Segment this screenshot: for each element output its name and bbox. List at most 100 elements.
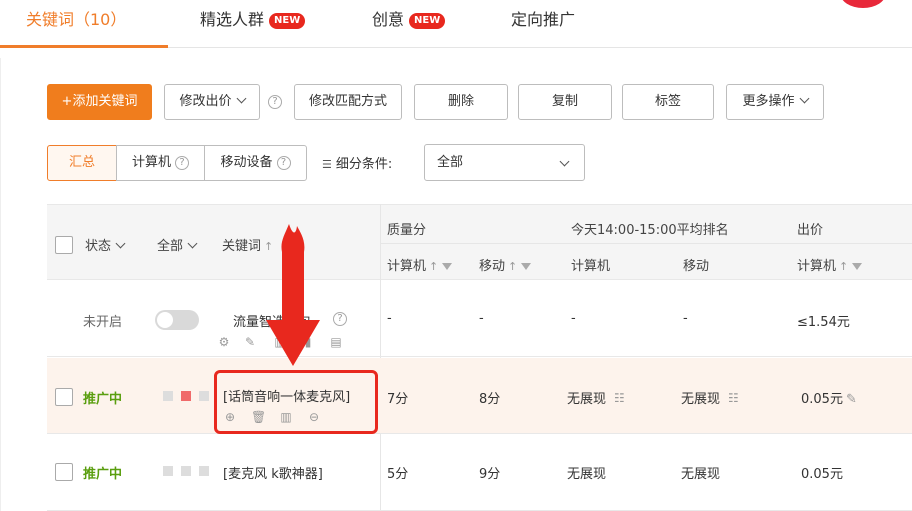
row-checkbox[interactable] xyxy=(55,388,73,406)
table-row: 推广中 [话筒音响一体麦克风] ⊕ 🗑 ▥ ⊖ 7分 8分 无展现 ☷ 无展现 ☷ … xyxy=(47,358,912,434)
help-icon[interactable]: ? xyxy=(268,95,282,109)
sort-icon: ↑ xyxy=(508,260,518,273)
status-square xyxy=(163,466,173,476)
modify-bid-label: 修改出价 xyxy=(179,94,232,109)
rank-mobile-value: 无展现 ☷ xyxy=(681,388,739,407)
tab-targeting-label: 定向推广 xyxy=(511,10,576,29)
tag-button[interactable]: 标签 xyxy=(622,84,714,120)
tab-creative-label: 创意 xyxy=(372,10,405,29)
clipboard-icon[interactable]: ▤ xyxy=(329,335,343,349)
quality-mobile-value: 8分 xyxy=(479,392,501,407)
row-status: 未开启 xyxy=(83,315,123,330)
status-square xyxy=(199,391,209,401)
modify-bid-dropdown[interactable]: 修改出价 xyxy=(164,84,260,120)
bid-value: ≤1.54元 xyxy=(797,315,850,330)
help-icon[interactable]: ? xyxy=(276,156,291,170)
sort-icon: ↑ xyxy=(839,260,849,273)
tab-targeting[interactable]: 定向推广 xyxy=(511,0,575,48)
tag-label: 标签 xyxy=(654,94,681,109)
rank-pc-text: 无展现 xyxy=(567,392,607,407)
modify-match-button[interactable]: 修改匹配方式 xyxy=(294,84,402,120)
quality-pc-label: 计算机 xyxy=(387,259,427,274)
help-icon[interactable]: ? xyxy=(175,156,189,170)
rank-list-icon[interactable]: ☷ xyxy=(728,391,739,405)
rank-mobile-label: 移动 xyxy=(683,259,710,274)
segment-mobile-label: 移动设备 xyxy=(220,155,273,170)
copy-button[interactable]: 复制 xyxy=(518,84,612,120)
modify-match-label: 修改匹配方式 xyxy=(308,94,387,109)
annotation-arrow-icon xyxy=(266,224,320,366)
more-actions-dropdown[interactable]: 更多操作 xyxy=(726,84,824,120)
bid-pc-label: 计算机 xyxy=(797,259,837,274)
filter-icon[interactable] xyxy=(521,263,532,270)
add-keyword-label: +添加关键词 xyxy=(61,94,138,109)
active-tab-indicator xyxy=(0,45,168,48)
tab-creative[interactable]: 创意 NEW xyxy=(372,0,446,48)
quality-header-label: 质量分 xyxy=(387,223,427,238)
all-filter[interactable]: 全部 xyxy=(157,235,198,254)
chevron-down-icon xyxy=(115,238,126,249)
settings-icon[interactable]: ⚙ xyxy=(217,335,231,349)
quality-header: 质量分 xyxy=(387,219,426,238)
delete-button[interactable]: 删除 xyxy=(414,84,508,120)
row-keyword[interactable]: [麦克风 k歌神器] xyxy=(223,463,323,482)
sort-icon: ↑ xyxy=(429,260,439,273)
edit-pencil-icon[interactable]: ✎ xyxy=(846,392,857,407)
segment-computer-label: 计算机 xyxy=(131,155,171,170)
segment-summary[interactable]: 汇总 xyxy=(47,145,117,181)
tab-keywords[interactable]: 关键词（10） xyxy=(26,0,126,48)
segment-computer[interactable]: 计算机? xyxy=(116,145,205,181)
status-square xyxy=(163,391,173,401)
quality-pc-header[interactable]: 计算机 ↑ xyxy=(387,255,453,274)
chevron-down-icon xyxy=(187,238,198,249)
more-actions-label: 更多操作 xyxy=(742,94,795,109)
help-icon[interactable]: ? xyxy=(333,312,347,326)
filter-select[interactable]: 全部 xyxy=(424,144,585,181)
rank-pc-value: - xyxy=(571,311,576,326)
rank-list-icon[interactable]: ☷ xyxy=(614,391,625,405)
rank-pc-header: 计算机 xyxy=(571,255,610,274)
rank-mobile-value: 无展现 xyxy=(681,467,721,482)
rank-pc-label: 计算机 xyxy=(571,259,611,274)
segment-summary-label: 汇总 xyxy=(68,155,95,170)
bid-value: 0.05元 xyxy=(801,467,843,482)
enable-toggle[interactable] xyxy=(155,310,199,330)
segment-mobile[interactable]: 移动设备? xyxy=(204,145,307,181)
filter-label: ☰ 细分条件: xyxy=(322,153,392,172)
row-status: 推广中 xyxy=(83,392,123,407)
table-row: 推广中 [麦克风 k歌神器] 5分 9分 无展现 无展现 0.05元 xyxy=(47,435,912,511)
quality-mobile-label: 移动 xyxy=(479,259,506,274)
panel-left-border xyxy=(0,58,1,511)
bid-header: 出价 xyxy=(797,219,823,238)
add-keyword-button[interactable]: +添加关键词 xyxy=(47,84,152,120)
filter-icon[interactable] xyxy=(442,263,453,270)
all-header: 全部 xyxy=(157,239,184,254)
new-badge: NEW xyxy=(409,13,446,29)
quality-mobile-header[interactable]: 移动 ↑ xyxy=(479,255,532,274)
wrench-icon[interactable]: ✎ xyxy=(243,335,257,349)
copy-label: 复制 xyxy=(551,94,578,109)
tab-keywords-label: 关键词（10） xyxy=(26,10,127,29)
tab-audience[interactable]: 精选人群 NEW xyxy=(200,0,306,48)
new-badge: NEW xyxy=(269,13,306,29)
row-checkbox[interactable] xyxy=(55,463,73,481)
quality-pc-value: 7分 xyxy=(387,392,409,407)
chevron-down-icon xyxy=(559,156,570,167)
select-all-checkbox[interactable] xyxy=(55,236,73,254)
row-status: 推广中 xyxy=(83,467,123,482)
filter-icon[interactable] xyxy=(852,263,863,270)
rank-header-label: 今天14:00-15:00平均排名 xyxy=(571,223,729,238)
rank-pc-value: 无展现 xyxy=(567,467,607,482)
status-filter[interactable]: 状态 xyxy=(85,235,126,254)
highlight-box xyxy=(214,370,378,434)
quality-mobile-value: 9分 xyxy=(479,467,501,482)
tab-audience-label: 精选人群 xyxy=(200,10,265,29)
rank-header: 今天14:00-15:00平均排名 xyxy=(571,219,729,238)
bid-header-label: 出价 xyxy=(797,223,824,238)
quality-pc-value: - xyxy=(387,311,392,326)
status-square xyxy=(181,466,191,476)
header-divider xyxy=(381,243,912,244)
bid-pc-header[interactable]: 计算机 ↑ xyxy=(797,255,863,274)
filter-label-text: 细分条件: xyxy=(335,157,393,172)
rank-mobile-text: 无展现 xyxy=(681,392,721,407)
